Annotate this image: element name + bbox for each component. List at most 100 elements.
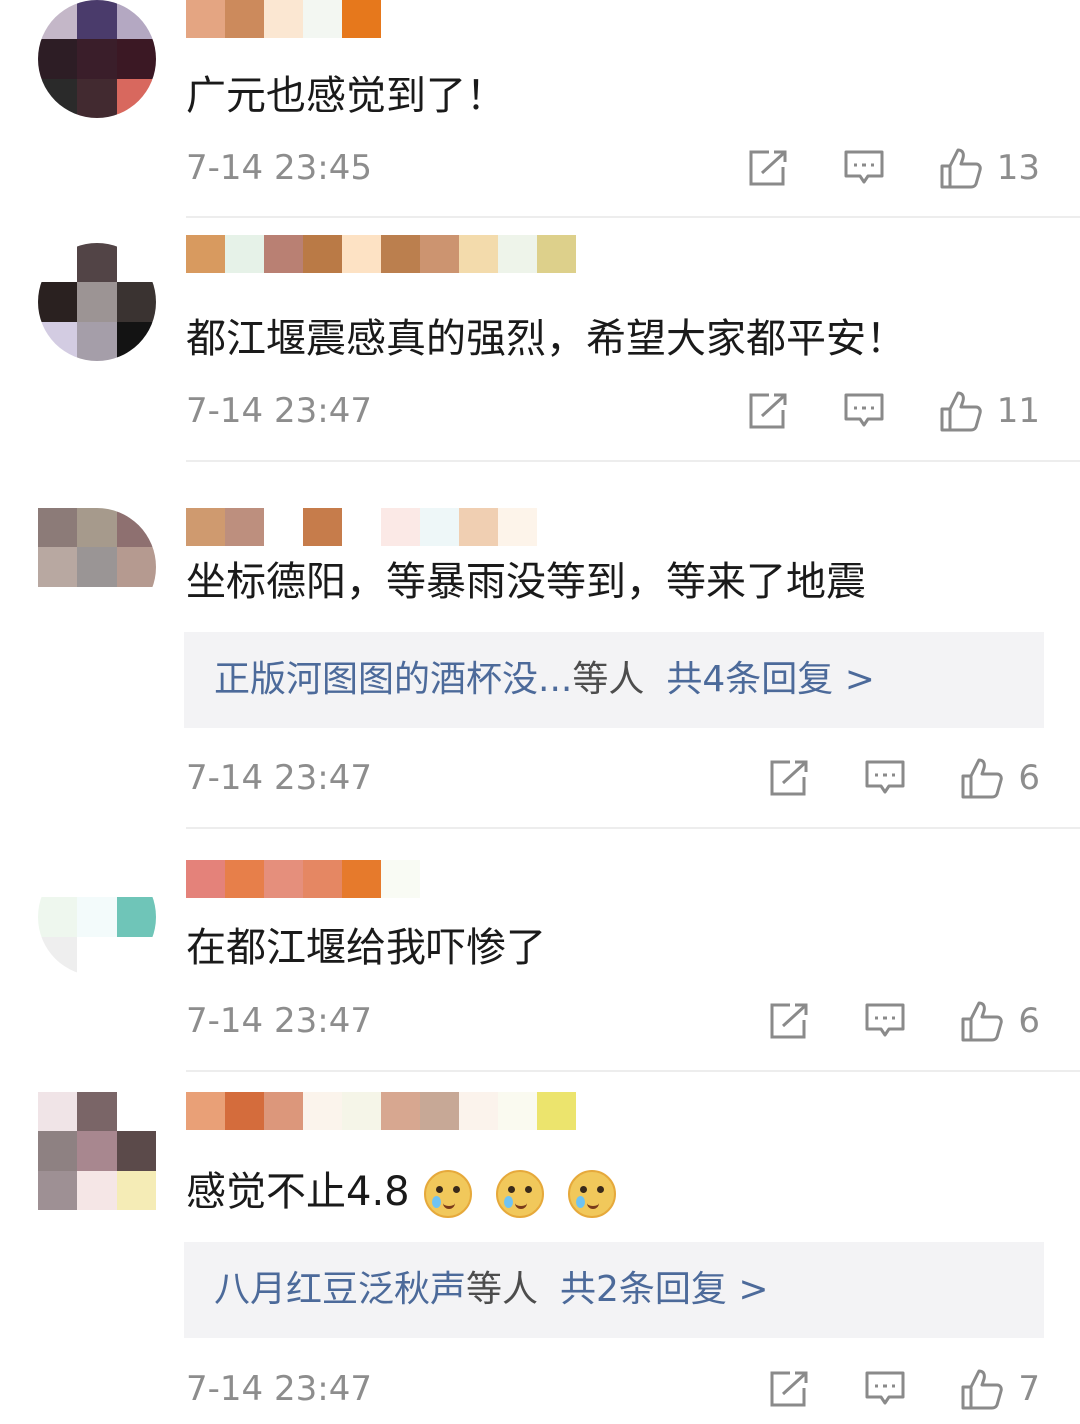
pixel-block bbox=[116, 586, 156, 626]
avatar[interactable] bbox=[38, 0, 156, 118]
comment-icon[interactable] bbox=[843, 149, 885, 187]
pixel-block bbox=[186, 860, 225, 898]
pixel-block bbox=[38, 897, 78, 937]
pixel-block bbox=[38, 858, 78, 898]
pixel-block bbox=[77, 78, 117, 118]
pixel-block bbox=[77, 508, 117, 548]
like-button[interactable]: 13 bbox=[939, 146, 1040, 190]
pixel-block bbox=[77, 1170, 117, 1210]
share-icon[interactable] bbox=[768, 1370, 810, 1408]
avatar[interactable] bbox=[38, 243, 156, 361]
replies-box[interactable]: 正版河图图的酒杯没...等人 共4条回复 > bbox=[184, 632, 1044, 728]
share-icon[interactable] bbox=[768, 1002, 810, 1040]
pixel-block bbox=[116, 1170, 156, 1210]
view-replies-link[interactable]: 共4条回复 > bbox=[666, 659, 875, 700]
pixel-block bbox=[116, 936, 156, 976]
replies-box[interactable]: 八月红豆泛秋声等人 共2条回复 > bbox=[184, 1242, 1044, 1338]
username[interactable] bbox=[186, 508, 537, 546]
username[interactable] bbox=[186, 235, 576, 273]
comment-icon[interactable] bbox=[864, 1370, 906, 1408]
pixel-block bbox=[264, 508, 303, 546]
pixel-block bbox=[342, 860, 381, 898]
pixel-block bbox=[225, 1092, 264, 1130]
pixel-block bbox=[116, 39, 156, 79]
thumbs-up-icon bbox=[960, 756, 1004, 800]
divider bbox=[186, 460, 1080, 462]
pixel-block bbox=[116, 243, 156, 283]
pixel-block bbox=[303, 1092, 342, 1130]
crying-dog-emoji bbox=[423, 1170, 472, 1218]
pixel-block bbox=[77, 897, 117, 937]
pixel-block bbox=[498, 1092, 537, 1130]
pixel-block bbox=[77, 936, 117, 976]
username[interactable] bbox=[186, 1092, 576, 1130]
pixel-block bbox=[537, 1092, 576, 1130]
comment-icon[interactable] bbox=[843, 392, 885, 430]
pixel-block bbox=[459, 1092, 498, 1130]
pixel-block bbox=[342, 0, 381, 38]
pixel-block bbox=[420, 508, 459, 546]
comment-icon[interactable] bbox=[864, 1002, 906, 1040]
pixel-block bbox=[498, 235, 537, 273]
share-icon[interactable] bbox=[747, 392, 789, 430]
share-icon[interactable] bbox=[747, 149, 789, 187]
like-count: 6 bbox=[1018, 758, 1040, 798]
pixel-block bbox=[459, 508, 498, 546]
pixel-block bbox=[381, 508, 420, 546]
like-count: 6 bbox=[1018, 1001, 1040, 1041]
like-button[interactable]: 6 bbox=[960, 999, 1040, 1043]
pixel-block bbox=[77, 586, 117, 626]
pixel-block bbox=[381, 1092, 420, 1130]
avatar[interactable] bbox=[38, 1092, 156, 1210]
pixel-block bbox=[38, 586, 78, 626]
thumbs-up-icon bbox=[960, 1367, 1004, 1411]
like-count: 7 bbox=[1018, 1369, 1040, 1409]
pixel-block bbox=[225, 0, 264, 38]
pixel-block bbox=[342, 235, 381, 273]
reply-users[interactable]: 八月红豆泛秋声 bbox=[214, 1269, 466, 1310]
view-replies-link[interactable]: 共2条回复 > bbox=[560, 1269, 769, 1310]
comment-text: 坐标德阳，等暴雨没等到，等来了地震 bbox=[186, 559, 866, 605]
pixel-block bbox=[38, 78, 78, 118]
pixel-block bbox=[38, 282, 78, 322]
like-button[interactable]: 6 bbox=[960, 756, 1040, 800]
pixel-block bbox=[186, 0, 225, 38]
pixel-block bbox=[77, 243, 117, 283]
reply-users[interactable]: 正版河图图的酒杯没... bbox=[214, 659, 572, 700]
comment-actions: 11 bbox=[747, 386, 1040, 436]
pixel-block bbox=[77, 321, 117, 361]
pixel-block bbox=[537, 235, 576, 273]
pixel-block bbox=[303, 860, 342, 898]
like-count: 11 bbox=[996, 391, 1040, 431]
pixel-block bbox=[342, 1092, 381, 1130]
thumbs-up-icon bbox=[939, 146, 983, 190]
username[interactable] bbox=[186, 0, 420, 38]
pixel-block bbox=[381, 235, 420, 273]
comment-actions: 6 bbox=[768, 996, 1040, 1046]
pixel-block bbox=[186, 1092, 225, 1130]
like-button[interactable]: 7 bbox=[960, 1367, 1040, 1411]
pixel-block bbox=[77, 1131, 117, 1171]
share-icon[interactable] bbox=[768, 759, 810, 797]
timestamp: 7-14 23:47 bbox=[186, 1369, 372, 1409]
pixel-block bbox=[303, 235, 342, 273]
pixel-block bbox=[420, 1092, 459, 1130]
like-button[interactable]: 11 bbox=[939, 389, 1040, 433]
pixel-block bbox=[116, 858, 156, 898]
pixel-block bbox=[420, 235, 459, 273]
pixel-block bbox=[303, 508, 342, 546]
pixel-block bbox=[38, 547, 78, 587]
pixel-block bbox=[38, 39, 78, 79]
pixel-block bbox=[186, 235, 225, 273]
avatar[interactable] bbox=[38, 858, 156, 976]
avatar[interactable] bbox=[38, 508, 156, 626]
timestamp: 7-14 23:47 bbox=[186, 758, 372, 798]
username[interactable] bbox=[186, 860, 420, 898]
pixel-block bbox=[38, 1170, 78, 1210]
pixel-block bbox=[38, 321, 78, 361]
pixel-block bbox=[38, 1131, 78, 1171]
pixel-block bbox=[77, 547, 117, 587]
comment-icon[interactable] bbox=[864, 759, 906, 797]
comment-text: 在都江堰给我吓惨了 bbox=[186, 925, 546, 971]
pixel-block bbox=[116, 321, 156, 361]
